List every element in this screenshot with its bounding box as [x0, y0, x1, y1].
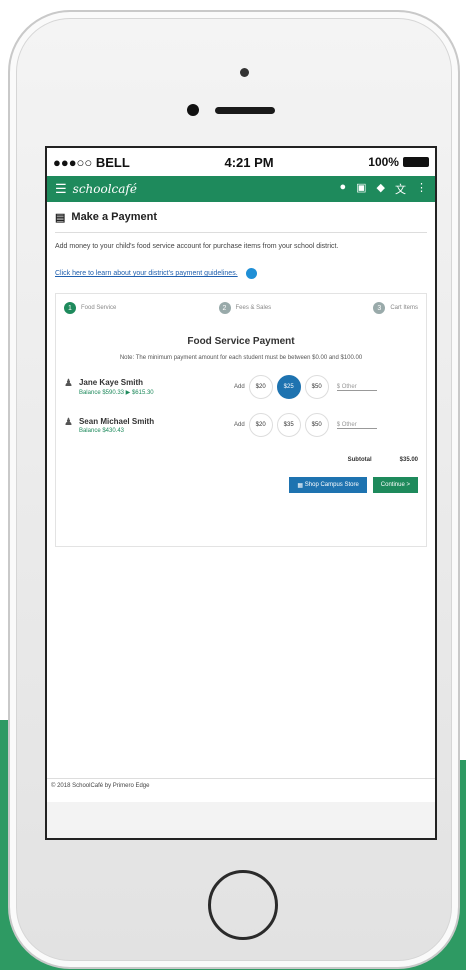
other-amount-input[interactable]: $ Other: [336, 384, 377, 391]
app-bar-icons: ● ▣ ◆ 文 ⋮: [339, 181, 427, 197]
amount-button[interactable]: $20: [248, 375, 273, 399]
amount-options: Add $20 $35 $50 $ Other: [234, 413, 377, 437]
payment-icon: ▤: [55, 211, 66, 224]
subtotal-row: Subtotal $35.00: [64, 457, 418, 463]
step-number: 1: [64, 302, 76, 314]
status-right: 100%: [368, 155, 429, 169]
camera-icon: [187, 104, 199, 116]
store-icon: ▦: [297, 482, 305, 489]
panel-title: Food Service Payment: [187, 336, 295, 347]
student-name: Sean Michael Smith: [78, 416, 155, 426]
status-bar: ●●●○○ BELL 4:21 PM 100%: [47, 148, 435, 176]
battery-icon: [402, 157, 429, 167]
subtotal-value: $35.00: [399, 457, 418, 463]
student-info: ♟ Sean Michael Smith Balance $430.43: [64, 417, 234, 434]
payment-panel: 1 Food Service 2 Fees & Sales 3 Cart Ite…: [55, 293, 427, 547]
step-food-service[interactable]: 1 Food Service: [64, 302, 116, 314]
shop-campus-store-button[interactable]: ▦ Shop Campus Store: [289, 477, 367, 493]
sensor-icon: [240, 68, 249, 77]
amount-button[interactable]: $50: [304, 413, 329, 437]
person-icon: ♟: [64, 416, 73, 428]
payment-card: ▤ Make a Payment Add money to your child…: [55, 202, 427, 547]
action-buttons: ▦ Shop Campus Store Continue >: [64, 477, 418, 493]
shop-button-label: Shop Campus Store: [304, 482, 359, 488]
continue-button[interactable]: Continue >: [372, 477, 418, 493]
footer-bar: [47, 802, 435, 838]
step-number: 3: [373, 302, 386, 314]
cart-icon[interactable]: ▣: [356, 181, 366, 197]
amount-button[interactable]: $50: [304, 375, 329, 399]
home-button[interactable]: [208, 870, 278, 940]
speaker-icon: [215, 107, 275, 114]
info-icon[interactable]: [245, 268, 257, 279]
student-row: ♟ Sean Michael Smith Balance $430.43 Add…: [64, 413, 418, 437]
payment-note: Note: The minimum payment amount for eac…: [119, 355, 363, 361]
page-title: Make a Payment: [71, 211, 158, 223]
time-label: 4:21 PM: [224, 154, 274, 170]
student-balance: Balance $430.43: [78, 427, 125, 434]
app-logo[interactable]: schoolcafé: [73, 182, 137, 196]
amount-button[interactable]: $20: [248, 413, 273, 437]
step-cart-items[interactable]: 3 Cart Items: [373, 302, 418, 314]
amount-button[interactable]: $35: [276, 413, 301, 437]
step-fees-sales[interactable]: 2 Fees & Sales: [218, 302, 272, 314]
student-name: Jane Kaye Smith: [78, 378, 143, 387]
app-bar: ☰ schoolcafé ● ▣ ◆ 文 ⋮: [47, 176, 435, 202]
guidelines-link[interactable]: Click here to learn about your district'…: [55, 270, 238, 277]
step-label: Cart Items: [390, 305, 418, 311]
menu-icon[interactable]: ☰: [55, 181, 67, 197]
step-number: 2: [218, 302, 231, 314]
carrier-label: ●●●○○ BELL: [53, 154, 130, 170]
phone-screen: ●●●○○ BELL 4:21 PM 100% ☰ schoolcafé ● ▣…: [45, 146, 437, 840]
translate-icon[interactable]: 文: [395, 181, 406, 197]
other-amount-input[interactable]: $ Other: [336, 422, 377, 429]
app-bar-left: ☰ schoolcafé: [55, 181, 137, 197]
add-label: Add: [234, 384, 245, 390]
subtotal-label: Subtotal: [347, 457, 372, 463]
person-icon: ♟: [64, 378, 73, 389]
account-icon[interactable]: ●: [339, 181, 346, 197]
battery-label: 100%: [368, 155, 399, 169]
page-title-row: ▤ Make a Payment: [55, 202, 427, 233]
amount-options: Add $20 $25 $50 $ Other: [234, 375, 377, 399]
amount-button-selected[interactable]: $25: [276, 375, 301, 399]
add-label: Add: [234, 422, 245, 428]
step-label: Fees & Sales: [235, 305, 272, 311]
step-label: Food Service: [81, 305, 117, 311]
student-balance: Balance $590.33 ▶ $615.30: [78, 390, 154, 396]
intro-text: Add money to your child's food service a…: [55, 243, 339, 250]
notification-icon[interactable]: ◆: [377, 181, 385, 197]
guidelines-row: Click here to learn about your district'…: [55, 268, 427, 279]
step-indicator: 1 Food Service 2 Fees & Sales 3 Cart Ite…: [64, 302, 418, 314]
student-row: ♟ Jane Kaye Smith Balance $590.33 ▶ $615…: [64, 375, 418, 399]
student-info: ♟ Jane Kaye Smith Balance $590.33 ▶ $615…: [64, 378, 234, 396]
footer: © 2018 SchoolCafé by Primero Edge: [47, 778, 435, 793]
more-icon[interactable]: ⋮: [416, 181, 427, 197]
